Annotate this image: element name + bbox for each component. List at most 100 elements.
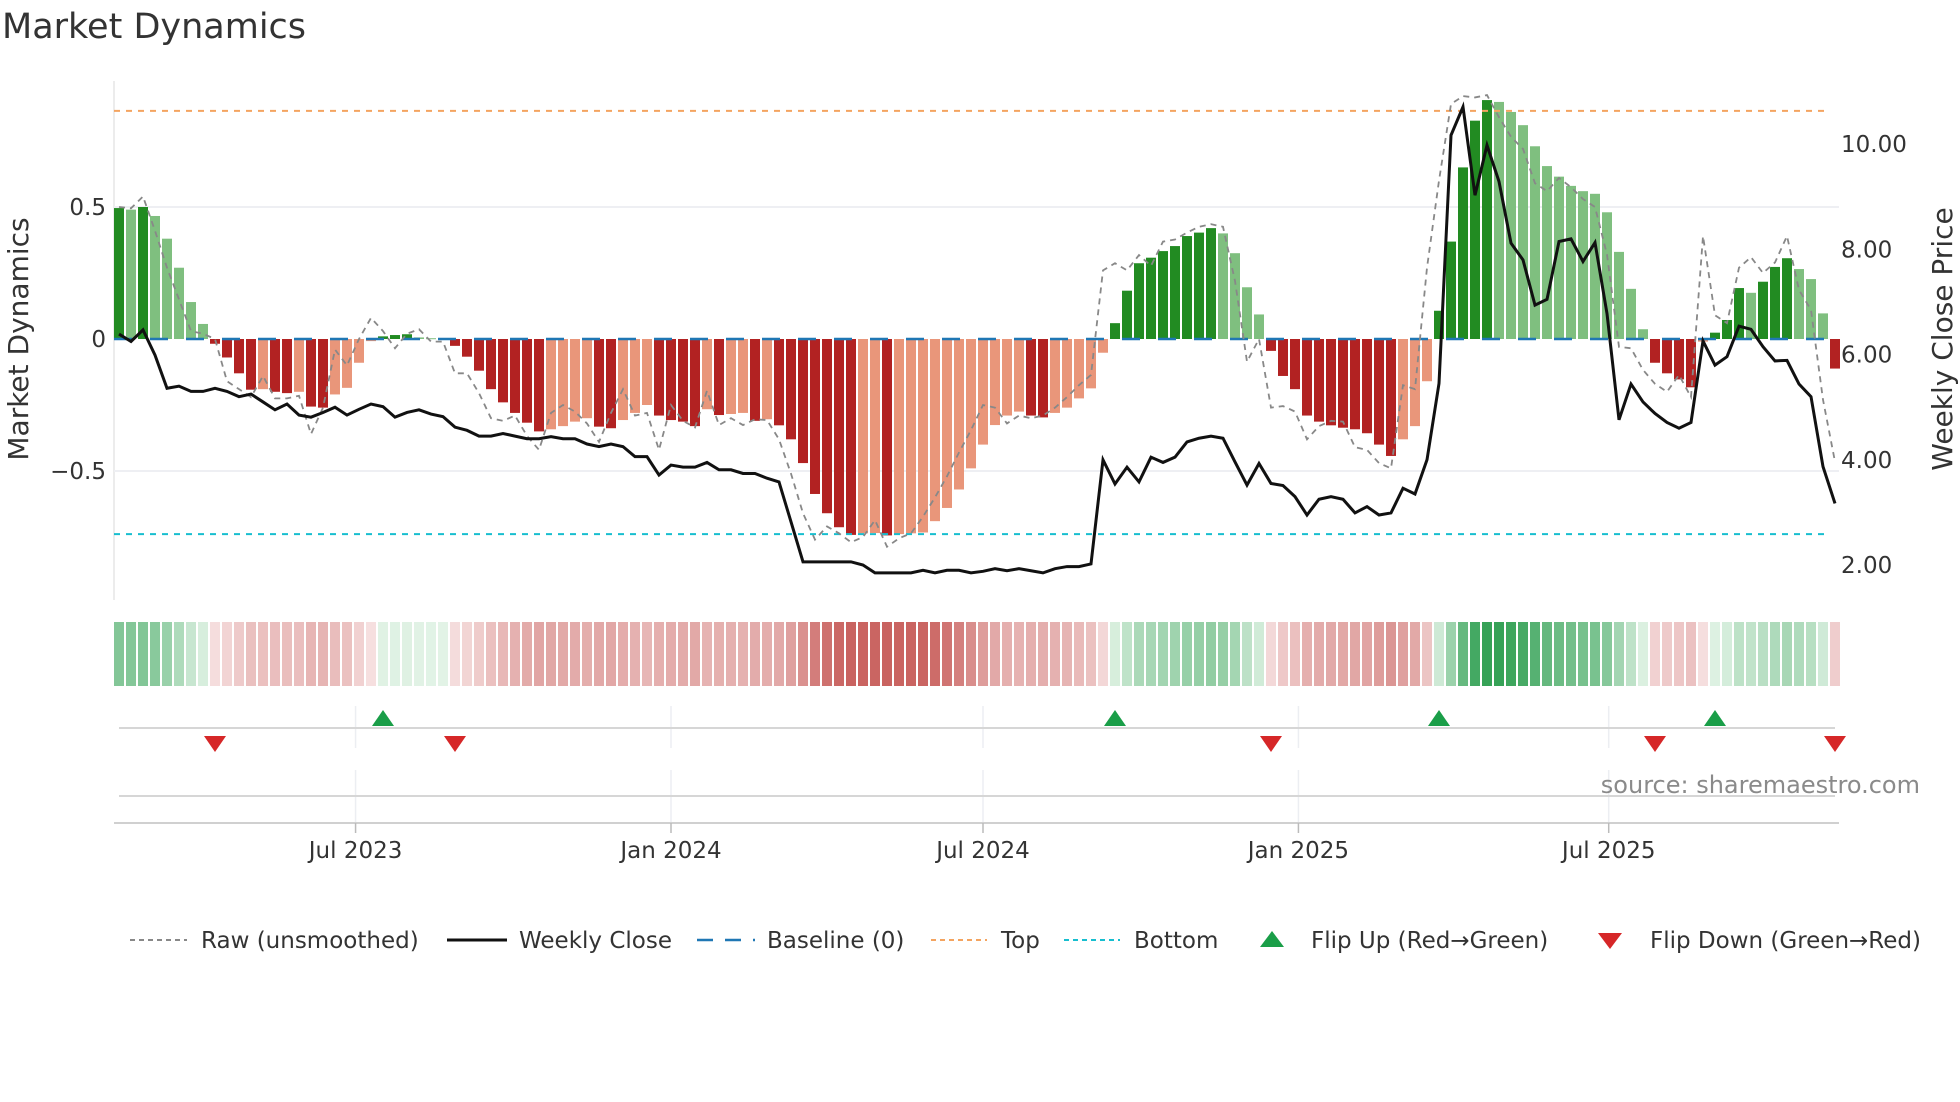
dynamics-bar: [1758, 281, 1768, 339]
dynamics-bar: [1170, 246, 1180, 339]
dynamics-bar: [1674, 339, 1684, 380]
dynamics-bar: [1542, 166, 1552, 339]
dynamics-bar: [630, 339, 640, 413]
flip-up-marker: [1104, 710, 1126, 726]
heat-cell: [1194, 622, 1204, 686]
dynamics-bar: [534, 339, 544, 432]
flip-markers: [204, 710, 1846, 752]
heat-cell: [1278, 622, 1288, 686]
dynamics-bar: [1338, 339, 1348, 428]
heat-cell: [1434, 622, 1444, 686]
dynamics-bar: [1494, 101, 1504, 339]
dynamics-bar: [894, 339, 904, 535]
legend-item-baseline: Baseline (0): [697, 928, 904, 954]
flip-up-marker: [1428, 710, 1450, 726]
heat-cell: [462, 622, 472, 686]
heat-cell: [390, 622, 400, 686]
legend-item-flip-up: Flip Up (Red→Green): [1260, 928, 1548, 954]
dynamics-bar: [1806, 279, 1816, 339]
raw-line: [118, 94, 1836, 549]
heat-cell: [1002, 622, 1012, 686]
heat-cell: [906, 622, 916, 686]
heat-cell: [1326, 622, 1336, 686]
heat-cell: [1122, 622, 1132, 686]
dynamics-bar: [1014, 339, 1024, 412]
dynamics-bar: [1566, 185, 1576, 339]
heat-cell: [1470, 622, 1480, 686]
legend-item-bottom: Bottom: [1064, 928, 1218, 954]
heat-cell: [522, 622, 532, 686]
dynamics-bar: [306, 339, 316, 407]
heat-cell: [474, 622, 484, 686]
dynamics-bar: [1158, 251, 1168, 339]
heat-cell: [738, 622, 748, 686]
dynamics-bar: [1146, 257, 1156, 339]
heat-cell: [1446, 622, 1456, 686]
x-tick-label: Jul 2023: [307, 838, 403, 864]
heat-cell: [1074, 622, 1084, 686]
heat-cell: [1482, 622, 1492, 686]
heat-cell: [1458, 622, 1468, 686]
y2-tick-label: 6.00: [1841, 343, 1892, 369]
heat-cell: [1806, 622, 1816, 686]
dynamics-bar: [498, 339, 508, 403]
heat-cell: [1650, 622, 1660, 686]
heat-cell: [222, 622, 232, 686]
flip-down-marker: [1824, 736, 1846, 752]
heat-cell: [1170, 622, 1180, 686]
dynamics-bar: [1074, 339, 1084, 399]
dynamics-bar: [1050, 339, 1060, 413]
heat-cell: [1602, 622, 1612, 686]
dynamics-bar: [234, 339, 244, 374]
dynamics-bar: [198, 323, 208, 339]
flip-down-marker: [1260, 736, 1282, 752]
dynamics-bar: [582, 339, 592, 419]
chart-title: Market Dynamics: [2, 7, 306, 47]
y-tick-label: 0: [91, 327, 106, 353]
dynamics-bar: [1782, 258, 1792, 339]
heat-cell: [486, 622, 496, 686]
heat-cell: [1770, 622, 1780, 686]
flip-panel: Jul 2023 Jan 2024 Jul 2024 Jan 2025 Jul 2025…: [114, 706, 1920, 864]
dynamics-bar: [858, 339, 868, 534]
source-label: source: sharemaestro.com: [1601, 771, 1920, 799]
heat-cell: [1410, 622, 1420, 686]
dynamics-bar: [930, 339, 940, 522]
heat-cell: [966, 622, 976, 686]
heat-cell: [282, 622, 292, 686]
dynamics-bar: [1062, 339, 1072, 408]
y2-tick-label: 4.00: [1841, 448, 1892, 474]
dynamics-bar: [882, 339, 892, 536]
x-tick-label: Jan 2025: [1246, 838, 1349, 864]
dynamics-bar: [354, 339, 364, 363]
heat-cell: [1722, 622, 1732, 686]
heat-cell: [630, 622, 640, 686]
dynamics-bar: [1266, 339, 1276, 351]
heat-cell: [258, 622, 268, 686]
flip-up-marker: [372, 710, 394, 726]
dynamics-bar: [1578, 191, 1588, 339]
heat-cell: [870, 622, 880, 686]
x-tick-label: Jul 2025: [1560, 838, 1656, 864]
dynamics-bar: [822, 339, 832, 514]
heat-cell: [762, 622, 772, 686]
heat-cell: [726, 622, 736, 686]
heat-cell: [882, 622, 892, 686]
heat-cell: [786, 622, 796, 686]
heat-cell: [774, 622, 784, 686]
heat-cell: [306, 622, 316, 686]
heat-cell: [1578, 622, 1588, 686]
heat-cell: [1218, 622, 1228, 686]
heat-cell: [1638, 622, 1648, 686]
dynamics-bar: [162, 238, 172, 339]
heat-cell: [378, 622, 388, 686]
dynamics-bar: [1110, 323, 1120, 339]
heat-cell: [1050, 622, 1060, 686]
dynamics-bar: [1326, 339, 1336, 426]
flip-down-marker: [204, 736, 226, 752]
main-panel: 0.5 0 −0.5 10.00 8.00 6.00 4.00 2.00 Market Dy…: [2, 81, 1959, 600]
dynamics-bar: [1002, 339, 1012, 416]
x-ticks: Jul 2023 Jan 2024 Jul 2024 Jan 2025 Jul 2025: [307, 823, 1656, 864]
heat-cell: [1590, 622, 1600, 686]
y-axis-label: Market Dynamics: [2, 217, 35, 460]
